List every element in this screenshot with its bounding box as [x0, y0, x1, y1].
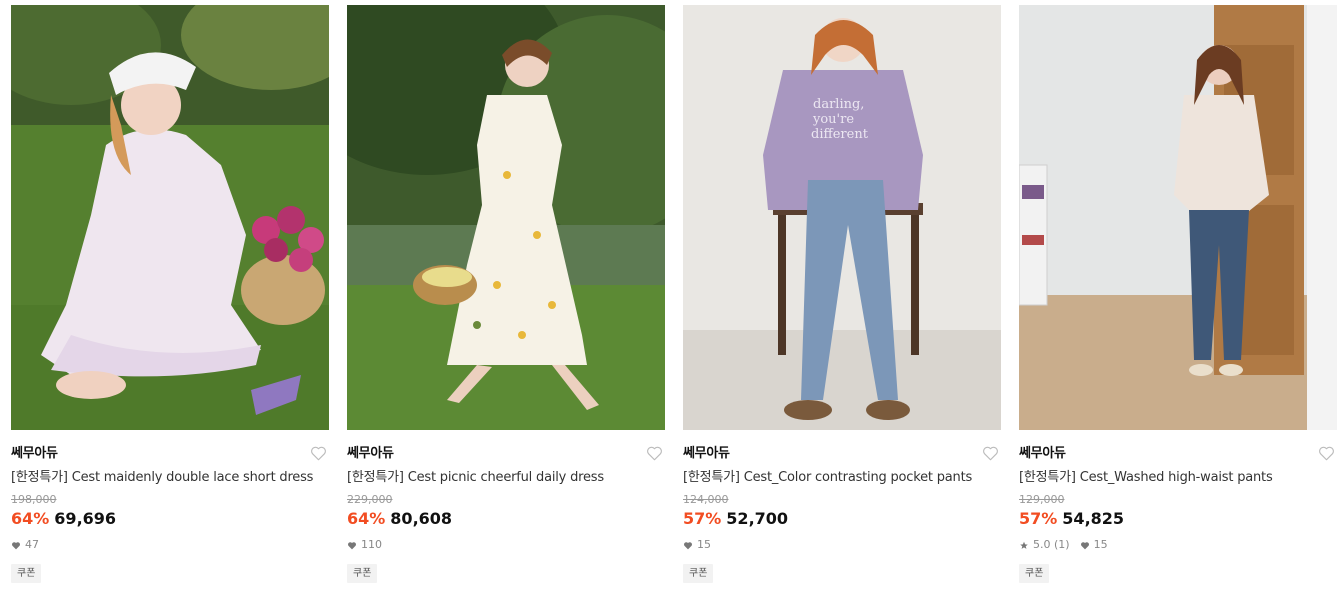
review-meta: 110 [347, 538, 665, 552]
heart-filled-icon [347, 541, 357, 550]
brand-name[interactable]: 쎄무아듀 [1019, 445, 1337, 463]
product-name[interactable]: [한정특가] Cest_Color contrasting pocket pan… [683, 469, 1001, 486]
star-icon [1019, 541, 1029, 550]
svg-text:you're: you're [812, 112, 854, 127]
wishlist-heart-icon[interactable] [982, 445, 999, 461]
product-card[interactable]: 쎄무아듀 [한정특가] Cest picnic cheerful daily d… [347, 5, 665, 583]
price-row: 57% 54,825 [1019, 509, 1337, 529]
original-price: 198,000 [11, 493, 57, 506]
product-name[interactable]: [한정특가] Cest picnic cheerful daily dress [347, 469, 665, 486]
product-image[interactable]: darling, you're different [683, 5, 1001, 430]
coupon-badge: 쿠폰 [683, 564, 714, 583]
heart-filled-icon [11, 541, 21, 550]
like-count: 15 [1093, 538, 1108, 551]
price-row: 57% 52,700 [683, 509, 1001, 529]
product-photo-1 [11, 5, 329, 430]
sale-price: 69,696 [54, 509, 117, 528]
like-count: 110 [361, 538, 382, 551]
brand-name[interactable]: 쎄무아듀 [347, 445, 665, 463]
svg-text:different: different [811, 127, 869, 142]
coupon-badge: 쿠폰 [11, 564, 42, 583]
wishlist-heart-icon[interactable] [646, 445, 663, 461]
discount-rate: 57% [1019, 509, 1058, 528]
sale-price: 52,700 [726, 509, 789, 528]
price-row: 64% 80,608 [347, 509, 665, 529]
svg-text:darling,: darling, [813, 97, 864, 112]
heart-filled-icon [1080, 541, 1090, 550]
product-name[interactable]: [한정특가] Cest_Washed high-waist pants [1019, 469, 1337, 486]
sale-price: 80,608 [390, 509, 453, 528]
product-photo-4 [1019, 5, 1337, 430]
coupon-badge: 쿠폰 [347, 564, 378, 583]
product-name[interactable]: [한정특가] Cest maidenly double lace short d… [11, 469, 329, 486]
discount-rate: 64% [347, 509, 386, 528]
review-meta: 15 [683, 538, 1001, 552]
rating-score: 5.0 (1) [1033, 538, 1070, 551]
original-price: 229,000 [347, 493, 393, 506]
product-card[interactable]: darling, you're different 쎄무아듀 [한정특가] Ce… [683, 5, 1001, 583]
wishlist-heart-icon[interactable] [1318, 445, 1335, 461]
product-grid: 쎄무아듀 [한정특가] Cest maidenly double lace sh… [11, 5, 1337, 583]
review-meta: 5.0 (1) 15 [1019, 538, 1337, 552]
discount-rate: 57% [683, 509, 722, 528]
wishlist-heart-icon[interactable] [310, 445, 327, 461]
brand-name[interactable]: 쎄무아듀 [11, 445, 329, 463]
original-price: 124,000 [683, 493, 729, 506]
product-card[interactable]: 쎄무아듀 [한정특가] Cest maidenly double lace sh… [11, 5, 329, 583]
review-meta: 47 [11, 538, 329, 552]
sale-price: 54,825 [1062, 509, 1125, 528]
discount-rate: 64% [11, 509, 50, 528]
original-price: 129,000 [1019, 493, 1065, 506]
product-card[interactable]: 쎄무아듀 [한정특가] Cest_Washed high-waist pants… [1019, 5, 1337, 583]
product-photo-2 [347, 5, 665, 430]
product-image[interactable] [347, 5, 665, 430]
product-image[interactable] [11, 5, 329, 430]
like-count: 15 [697, 538, 711, 551]
product-image[interactable] [1019, 5, 1337, 430]
product-photo-3: darling, you're different [683, 5, 1001, 430]
heart-filled-icon [683, 541, 693, 550]
brand-name[interactable]: 쎄무아듀 [683, 445, 1001, 463]
price-row: 64% 69,696 [11, 509, 329, 529]
coupon-badge: 쿠폰 [1019, 564, 1050, 583]
like-count: 47 [25, 538, 39, 551]
